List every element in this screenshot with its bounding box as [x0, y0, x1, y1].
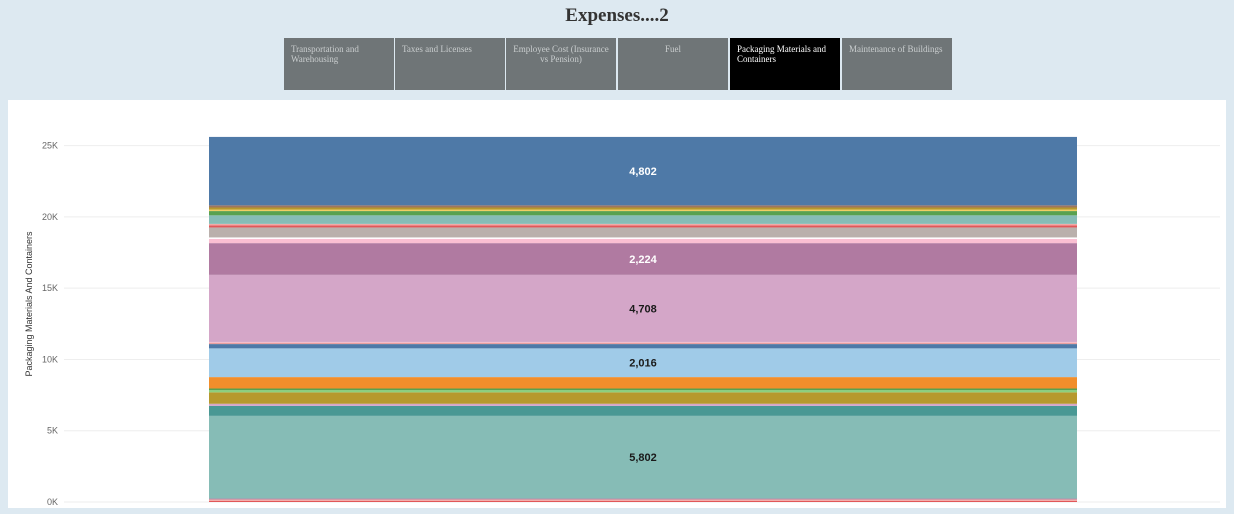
tab-taxes-and-licenses[interactable]: Taxes and Licenses	[395, 38, 505, 90]
tab-maintenance-of-buildings[interactable]: Maintenance of Buildings	[842, 38, 952, 90]
bar-segment[interactable]	[209, 227, 1077, 238]
bar-segment[interactable]	[209, 238, 1077, 244]
y-axis-title: Packaging Materials And Containers	[24, 231, 34, 377]
tab-transportation-and-warehousing[interactable]: Transportation and Warehousing	[284, 38, 394, 90]
bar-segment[interactable]	[209, 211, 1077, 216]
y-tick-label: 20K	[42, 212, 58, 222]
segment-value-label: 2,016	[629, 358, 657, 370]
bar-segment[interactable]	[209, 342, 1077, 345]
tab-label: Taxes and Licenses	[402, 44, 472, 54]
tab-label: Fuel	[664, 44, 681, 54]
segment-value-label: 2,224	[629, 254, 657, 266]
bar-segment[interactable]	[209, 223, 1077, 226]
stacked-bar-chart: 5,802 2,016 4,708 2,224 4,802 0K 5K 10K 15K 20K 2…	[24, 136, 1220, 507]
bar-segment[interactable]	[209, 215, 1077, 224]
y-tick-label: 10K	[42, 354, 58, 364]
y-tick-label: 15K	[42, 283, 58, 293]
tab-label: Transportation and Warehousing	[291, 44, 359, 64]
tab-label: Maintenance of Buildings	[849, 44, 943, 54]
bar-segment[interactable]	[209, 405, 1077, 416]
dashboard-page: Expenses....2 Transportation and Warehou…	[0, 0, 1234, 514]
bar-segment[interactable]	[209, 500, 1077, 502]
bar-segment[interactable]	[209, 237, 1077, 239]
tab-label: Packaging Materials and Containers	[737, 44, 826, 64]
bar-segment[interactable]	[209, 344, 1077, 349]
bar-segment[interactable]	[209, 388, 1077, 391]
bar-segment[interactable]	[209, 209, 1077, 212]
bar-segment[interactable]	[209, 392, 1077, 404]
bar-segment[interactable]	[209, 499, 1077, 501]
bar-segment[interactable]	[209, 403, 1077, 406]
y-tick-label: 5K	[47, 426, 58, 436]
y-axis-ticks: 0K 5K 10K 15K 20K 25K	[42, 141, 58, 507]
bar-segment[interactable]	[209, 205, 1077, 208]
tab-packaging-materials-and-containers[interactable]: Packaging Materials and Containers	[730, 38, 840, 90]
bar-segment[interactable]	[209, 225, 1077, 228]
bar-segment[interactable]	[209, 390, 1077, 393]
bar-segment[interactable]	[209, 207, 1077, 210]
y-tick-label: 25K	[42, 141, 58, 151]
bar-segment[interactable]	[209, 377, 1077, 389]
stacked-bar[interactable]	[209, 136, 1077, 502]
tab-label: Employee Cost (Insurance vs Pension)	[513, 44, 609, 64]
bar-segment[interactable]	[209, 498, 1077, 500]
chart-panel: 5,802 2,016 4,708 2,224 4,802 0K 5K 10K 15K 20K 2…	[8, 100, 1226, 508]
y-tick-label: 0K	[47, 497, 58, 507]
bar-segment[interactable]	[209, 341, 1077, 343]
tab-employee-cost[interactable]: Employee Cost (Insurance vs Pension)	[506, 38, 616, 90]
segment-value-label: 4,708	[629, 303, 657, 315]
segment-value-label: 5,802	[629, 452, 657, 464]
tab-fuel[interactable]: Fuel	[618, 38, 728, 90]
segment-value-label: 4,802	[629, 166, 657, 178]
dashboard-title: Expenses....2	[565, 5, 669, 26]
